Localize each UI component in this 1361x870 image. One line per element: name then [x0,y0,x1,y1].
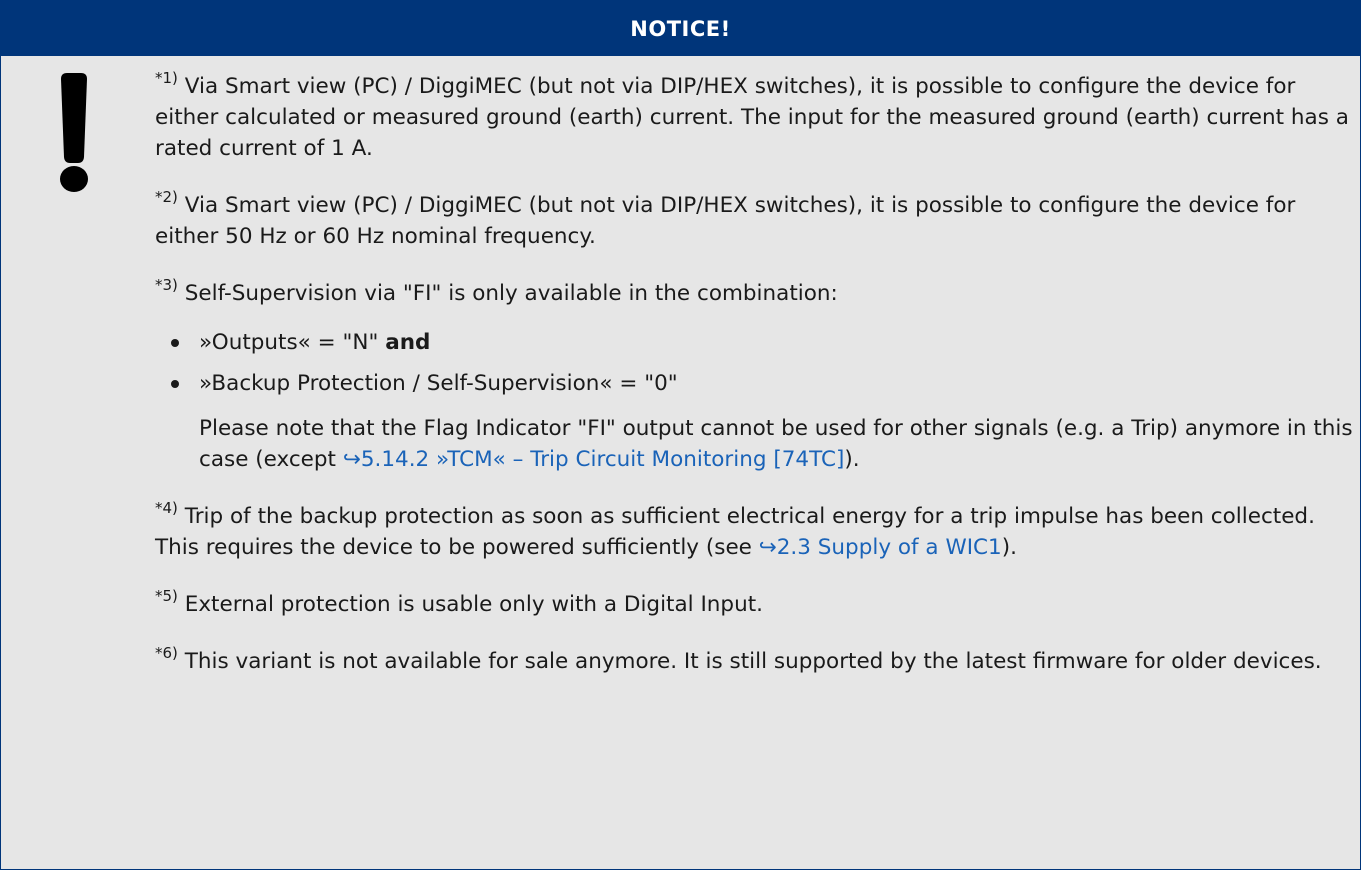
exclamation-icon [57,73,91,193]
notice-header: NOTICE! [1,1,1360,56]
condition-text: »Outputs« = "N" [199,330,386,355]
footnote-6: *6) This variant is not available for sa… [155,643,1355,677]
notice-title: NOTICE! [630,17,731,41]
notice-box: NOTICE! *1) Via Smart view (PC) / DiggiM… [0,0,1361,870]
footnote-4: *4) Trip of the backup protection as soo… [155,498,1355,563]
footnote-marker: *5) [155,586,178,605]
condition-item-backup: »Backup Protection / Self-Supervision« =… [159,368,1355,399]
footnote-3-intro: *3) Self-Supervision via "FI" is only av… [155,275,1355,309]
condition-item-outputs: »Outputs« = "N" and [159,327,1355,358]
footnote-2: *2) Via Smart view (PC) / DiggiMEC (but … [155,187,1355,252]
footnote-5: *5) External protection is usable only w… [155,586,1355,620]
notice-content: *1) Via Smart view (PC) / DiggiMEC (but … [155,68,1355,703]
condition-conjunction: and [385,330,431,355]
footnote-text: Via Smart view (PC) / DiggiMEC (but not … [155,193,1296,249]
footnote-text: Self-Supervision via "FI" is only availa… [177,281,838,306]
footnote-text: This variant is not available for sale a… [177,649,1322,674]
footnote-marker: *3) [155,275,178,294]
tcm-section-link[interactable]: ↪5.14.2 »TCM« – Trip Circuit Monitoring … [343,447,845,472]
fi-usage-note: Please note that the Flag Indicator "FI"… [199,413,1355,475]
footnote-text: External protection is usable only with … [177,592,763,617]
footnote-text: Via Smart view (PC) / DiggiMEC (but not … [155,74,1349,161]
footnote-text: Trip of the backup protection as soon as… [155,504,1315,560]
footnote-1: *1) Via Smart view (PC) / DiggiMEC (but … [155,68,1355,164]
footnote-marker: *4) [155,498,178,517]
condition-text: »Backup Protection / Self-Supervision« =… [199,371,678,396]
note-text-end: ). [844,447,860,472]
footnote-text-end: ). [1001,535,1017,560]
supply-section-link[interactable]: ↪2.3 Supply of a WIC1 [759,535,1002,560]
bullet-icon [171,339,179,347]
footnote-marker: *6) [155,643,178,662]
footnote-3: *3) Self-Supervision via "FI" is only av… [155,275,1355,475]
footnote-marker: *2) [155,187,178,206]
condition-list: »Outputs« = "N" and »Backup Protection /… [155,327,1355,399]
footnote-marker: *1) [155,68,178,87]
bullet-icon [171,380,179,388]
